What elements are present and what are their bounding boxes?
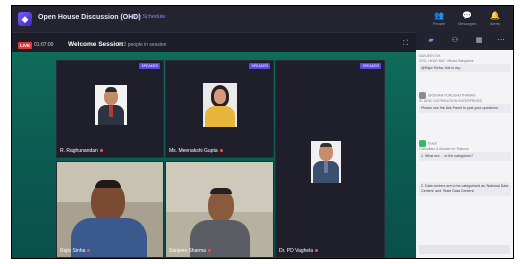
role-badge: SPEAKER	[360, 63, 381, 69]
chat-message: SANJEEV SH. CEO, HEAD BAY, Vibrant Banga…	[419, 54, 511, 73]
people-tab-icon[interactable]: ⚇	[446, 36, 464, 46]
sender-title: CEO, HEAD BAY, Vibrant Bangalore	[419, 58, 474, 63]
participant-name: Dr. PD Vaghela	[279, 248, 319, 254]
viewer-count: 122 people in session	[118, 42, 167, 48]
participant-photo	[203, 83, 237, 127]
participant-tile[interactable]: SPEAKER Dr. PD Vaghela	[275, 60, 385, 258]
participant-photo	[95, 85, 127, 125]
mic-muted-icon	[219, 149, 223, 153]
participant-tile[interactable]: HOST Rajiv Sinha	[56, 161, 164, 258]
alerts-label: Alerts	[489, 21, 501, 26]
messages-icon: 💬	[462, 11, 472, 20]
avatar	[419, 92, 426, 99]
chat-message: Guest Consultant & Adviser for Telecom 1…	[419, 140, 511, 161]
people-label: People	[432, 21, 446, 26]
participant-name: Sanjeev Sharma	[169, 248, 211, 254]
message-text: Please use the Ask Panel to post your qu…	[419, 103, 511, 113]
sender-title: Consultant & Adviser for Telecom	[419, 147, 469, 151]
app-window: ◆ Open House Discussion (OHD) View Sched…	[11, 5, 514, 259]
top-bar: ◆ Open House Discussion (OHD) View Sched…	[12, 6, 513, 33]
fullscreen-icon[interactable]: ⛶	[403, 40, 408, 48]
chat-message: 2. Data centers are to be categorised as…	[419, 182, 511, 196]
alerts-icon: 🔔	[490, 11, 500, 20]
participant-video	[166, 162, 273, 257]
session-title: Welcome Session	[68, 41, 124, 48]
participant-name: Rajiv Sinha	[60, 248, 91, 254]
participant-tile[interactable]: SPEAKER R. Raghunandan	[56, 60, 164, 158]
app-logo: ◆	[18, 12, 32, 26]
polls-tab-icon[interactable]: ▦	[470, 36, 488, 46]
session-timer: 01:07:00	[34, 42, 54, 48]
view-schedule-link[interactable]: View Schedule	[129, 14, 165, 20]
mic-muted-icon	[99, 149, 103, 153]
app-title: Open House Discussion (OHD)	[38, 14, 141, 21]
mic-muted-icon	[207, 249, 211, 253]
alerts-button[interactable]: 🔔 Alerts	[482, 11, 508, 26]
participant-name: R. Raghunandan	[60, 148, 103, 154]
people-button[interactable]: 👥 People	[426, 11, 452, 26]
message-text: 2. Data centers are to be categorised as…	[419, 182, 511, 196]
sender-name: Guest	[428, 141, 438, 146]
messages-label: Messages	[457, 21, 477, 26]
message-text: @Rajiv Sinha, this is my...	[419, 63, 511, 73]
chat-input[interactable]	[419, 245, 510, 254]
role-badge: SPEAKER	[249, 63, 270, 69]
chat-message: SRIDHAR PURUSHOTHAMAN Sr. ADM, DISTRIBUT…	[419, 92, 511, 113]
mic-muted-icon	[87, 249, 91, 253]
participant-video	[57, 162, 163, 257]
video-stage: SPEAKER R. Raghunandan SPEAKER Ms. Meena…	[12, 52, 416, 258]
chat-tab-icon[interactable]: ▰	[422, 36, 440, 46]
participant-tile[interactable]: SPEAKER Ms. Meenakshi Gupta	[165, 60, 274, 158]
messages-button[interactable]: 💬 Messages	[454, 11, 480, 26]
more-tab-icon[interactable]: ⋯	[492, 36, 510, 46]
avatar	[419, 140, 426, 147]
sender-name: SRIDHAR PURUSHOTHAMAN	[428, 93, 476, 98]
mic-muted-icon	[315, 249, 319, 253]
role-badge: SPEAKER	[139, 63, 160, 69]
sender-name: SANJEEV SH.	[419, 54, 442, 58]
sender-title: Sr. ADM, DISTRIBUTION ENTERPRISES	[419, 99, 483, 103]
participant-tile[interactable]: SPEAKER Sanjeev Sharma	[165, 161, 274, 258]
chat-panel: ▰ ⚇ ▦ ⋯ SANJEEV SH. CEO, HEAD BAY, Vibra…	[416, 32, 513, 258]
panel-tabs: ▰ ⚇ ▦ ⋯	[416, 32, 513, 50]
people-icon: 👥	[434, 11, 444, 20]
live-badge: LIVE	[18, 42, 33, 49]
participant-name: Ms. Meenakshi Gupta	[169, 148, 223, 154]
message-text: 1. What are ... in the categories?	[419, 151, 511, 161]
participant-photo	[311, 141, 341, 183]
